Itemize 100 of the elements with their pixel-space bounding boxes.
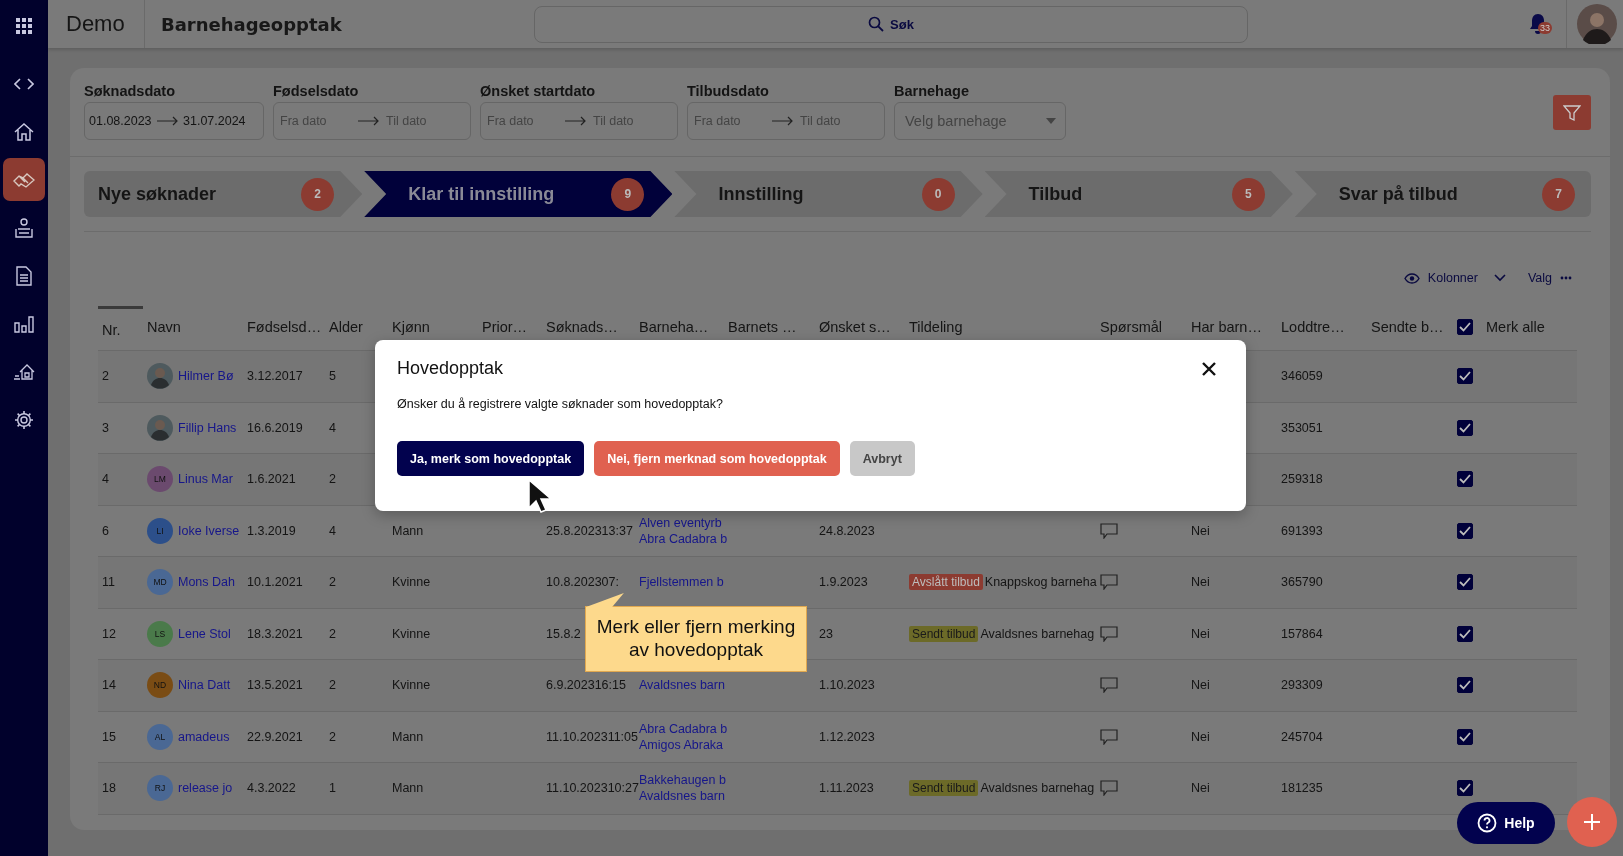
kindergarten-link[interactable]: Alven eventyrb — [639, 515, 722, 530]
filter-button[interactable] — [1553, 95, 1591, 130]
comment-icon[interactable] — [1100, 728, 1118, 745]
page-title: Barnehageopptak — [160, 13, 343, 35]
kindergarten-link[interactable]: Fjellstemmen b — [639, 575, 724, 590]
table-cell: 346059 — [1281, 369, 1323, 384]
kindergarten-link[interactable]: Avaldsnes barn — [639, 789, 725, 804]
column-header[interactable]: Søknads… — [546, 319, 618, 335]
help-icon — [1477, 813, 1498, 833]
table-cell: Knappskog barneha — [984, 575, 1097, 590]
kindergarten-link[interactable]: Avaldsnes barn — [639, 678, 725, 693]
step-tab[interactable]: Nye søknader 2 — [84, 171, 363, 217]
child-name-link[interactable]: amadeus — [178, 729, 230, 744]
step-tab[interactable]: Tilbud 5 — [984, 171, 1293, 217]
table-cell: 1.6.2021 — [247, 472, 296, 487]
table-cell: 16.6.2019 — [247, 420, 303, 435]
row-checkbox[interactable] — [1457, 522, 1473, 539]
row-checkbox[interactable] — [1457, 728, 1473, 745]
row-checkbox[interactable] — [1457, 471, 1473, 488]
comment-icon[interactable] — [1100, 625, 1118, 642]
document-icon — [16, 265, 32, 286]
table-cell: 2 — [329, 626, 336, 641]
add-button[interactable] — [1567, 797, 1617, 847]
table-cell: 13.5.2021 — [247, 678, 303, 693]
child-name-link[interactable]: Ioke Iverse — [178, 523, 240, 538]
column-header[interactable]: Kjønn — [392, 319, 430, 335]
row-checkbox[interactable] — [1457, 780, 1473, 797]
step-tab[interactable]: Klar til innstilling 9 — [364, 171, 673, 217]
app-name: Demo — [65, 11, 126, 37]
to-date-input[interactable]: 31.07.2024 — [183, 114, 247, 128]
sidebar-item[interactable] — [3, 158, 45, 201]
kindergarten-link[interactable]: Abra Cadabra b — [639, 721, 728, 736]
table-cell: Nei — [1191, 678, 1210, 693]
column-header[interactable]: Har barn… — [1191, 319, 1262, 335]
row-checkbox[interactable] — [1457, 625, 1473, 642]
column-header[interactable]: Sendte b… — [1371, 319, 1444, 335]
child-name-link[interactable]: Lene Stol — [178, 626, 231, 641]
arrow-right-icon — [157, 116, 179, 126]
child-name-link[interactable]: Mons Dah — [178, 575, 235, 590]
avatar — [147, 414, 173, 441]
column-header[interactable]: Navn — [147, 319, 181, 335]
user-avatar[interactable] — [1577, 4, 1617, 44]
dialog-button[interactable]: Avbryt — [849, 441, 915, 476]
select-all-checkbox[interactable] — [1457, 319, 1473, 335]
row-checkbox[interactable] — [1457, 368, 1473, 385]
table-cell: 25.8.202313:37 — [546, 523, 633, 538]
column-header[interactable]: Fødselsd… — [247, 319, 322, 335]
table-cell: Nei — [1191, 626, 1210, 641]
child-name-link[interactable]: Nina Datt — [178, 678, 231, 693]
child-name-link[interactable]: release jo — [178, 781, 233, 796]
dialog-title: Hovedopptak — [397, 358, 504, 379]
child-name-link[interactable]: Linus Mar — [178, 472, 233, 487]
child-name-link[interactable]: Hilmer Bø — [178, 369, 234, 384]
comment-icon[interactable] — [1100, 780, 1118, 797]
help-button[interactable]: Help — [1457, 802, 1555, 844]
column-header[interactable]: Barneha… — [639, 319, 709, 335]
dialog-button[interactable]: Nei, fjern merknad som hovedopptak — [594, 441, 840, 476]
comment-icon[interactable] — [1100, 522, 1118, 539]
table-cell: 10.8.202307: — [546, 575, 619, 590]
kindergarten-link[interactable]: Bakkehaugen b — [639, 773, 726, 788]
column-header[interactable]: Spørsmål — [1100, 319, 1163, 335]
step-tab[interactable]: Svar på tilbud 7 — [1294, 171, 1591, 217]
columns-button[interactable]: Kolonner — [1403, 268, 1506, 288]
kindergarten-link[interactable]: Abra Cadabra b — [639, 531, 728, 546]
options-button[interactable]: Valg — [1527, 268, 1572, 288]
column-header[interactable]: Alder — [329, 319, 363, 335]
column-header[interactable]: Nr. — [102, 321, 121, 338]
filter-label: Tilbudsdato — [687, 83, 770, 99]
column-header[interactable]: Loddtre… — [1281, 319, 1345, 335]
step-tab[interactable]: Innstilling 0 — [674, 171, 983, 217]
dialog-button[interactable]: Ja, merk som hovedopptak — [397, 441, 585, 476]
comment-icon[interactable] — [1100, 574, 1118, 591]
column-header[interactable]: Ønsket s… — [819, 319, 891, 335]
column-header[interactable]: Barnets … — [728, 319, 797, 335]
table-cell: 4 — [102, 472, 109, 487]
table-cell: 15.8.2 — [546, 626, 581, 641]
comment-icon[interactable] — [1100, 677, 1118, 694]
table-cell: 293309 — [1281, 678, 1323, 693]
column-header[interactable]: Tildeling — [909, 319, 963, 335]
status-tag: Sendt tilbud — [909, 625, 979, 642]
filter-icon — [1563, 103, 1581, 122]
column-header[interactable]: Prior… — [482, 319, 528, 335]
date-range-field[interactable]: 01.08.2023 31.07.2024 — [84, 102, 264, 140]
row-checkbox[interactable] — [1457, 677, 1473, 694]
kindergarten-link[interactable]: Amigos Abraka — [639, 737, 724, 752]
avatar: ND — [147, 672, 173, 699]
child-name-link[interactable]: Fillip Hans — [178, 420, 237, 435]
table-cell: 1.11.2023 — [819, 781, 874, 796]
table-cell: 10.1.2021 — [247, 575, 303, 590]
from-date-input[interactable]: 01.08.2023 — [89, 114, 153, 128]
table-cell: 11.10.202310:27 — [546, 781, 639, 796]
table-cell: 245704 — [1281, 729, 1323, 744]
close-icon[interactable] — [1202, 361, 1216, 376]
row-checkbox[interactable] — [1457, 574, 1473, 591]
row-checkbox[interactable] — [1457, 419, 1473, 436]
search-field[interactable]: Søk — [534, 5, 1248, 43]
table-cell: 6 — [102, 523, 109, 538]
table-cell: 2 — [329, 472, 336, 487]
table-cell: 23 — [819, 626, 833, 641]
column-header[interactable]: Merk alle — [1486, 319, 1545, 335]
